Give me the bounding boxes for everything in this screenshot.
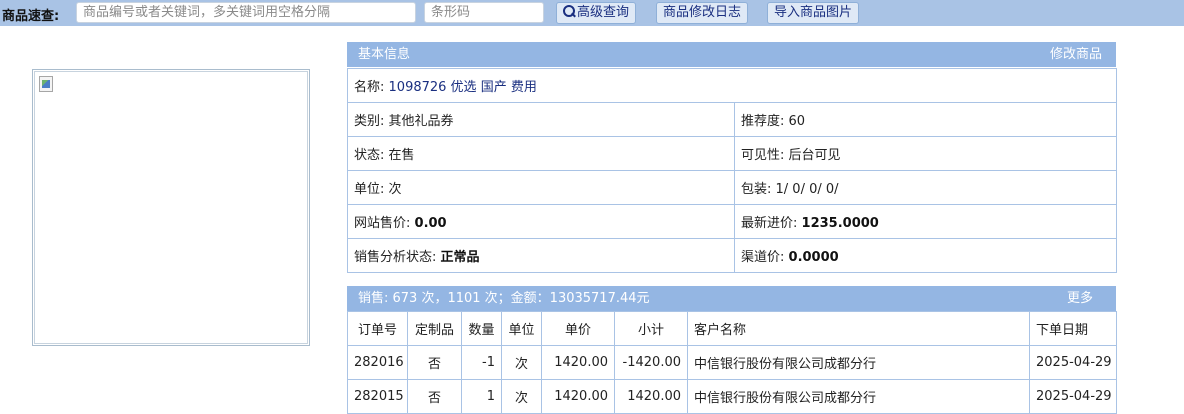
- sales-status-value: 正常品: [440, 250, 480, 265]
- price-cell: 1420.00: [541, 345, 615, 380]
- info-row: 状态: 在售 可见性: 后台可见: [347, 136, 1118, 171]
- info-row: 销售分析状态: 正常品 渠道价: 0.0000: [347, 238, 1118, 273]
- unit-field: 单位: 次: [347, 170, 735, 205]
- recommend-field: 推荐度: 60: [733, 102, 1118, 137]
- custom-cell: 否: [407, 345, 462, 380]
- customer-cell: 中信银行股份有限公司成都分行: [687, 379, 1030, 414]
- visibility-field: 可见性: 后台可见: [733, 136, 1118, 171]
- basic-info-header: 基本信息 修改商品: [347, 42, 1116, 67]
- keyword-search-input[interactable]: [76, 2, 416, 23]
- order-link[interactable]: 282016: [347, 345, 408, 380]
- barcode-input[interactable]: [424, 2, 544, 23]
- channel-price-label: 渠道价:: [741, 250, 785, 265]
- product-name-value: 1098726 优选 国产 费用: [388, 80, 537, 95]
- info-row-name: 名称: 1098726 优选 国产 费用: [346, 68, 1118, 103]
- subtotal-cell: 1420.00: [614, 379, 688, 414]
- web-price-field: 网站售价: 0.00: [347, 204, 735, 239]
- sales-table: 订单号 定制品 数量 单位 单价 小计 客户名称 下单日期 282016 否 -…: [347, 311, 1117, 414]
- customer-cell: 中信银行股份有限公司成都分行: [687, 345, 1030, 380]
- search-icon: [563, 5, 575, 17]
- info-row: 单位: 次 包装: 1/ 0/ 0/ 0/: [347, 170, 1118, 205]
- change-log-button[interactable]: 商品修改日志: [656, 2, 749, 24]
- qty-cell: 1: [461, 379, 502, 414]
- col-subtotal: 小计: [614, 311, 688, 346]
- quick-search-bar: 商品速查: 高级查询 商品修改日志 导入商品图片: [0, 0, 1184, 26]
- qty-cell: -1: [461, 345, 502, 380]
- latest-cost-value: 1235.0000: [801, 216, 879, 231]
- subtotal-cell: -1420.00: [614, 345, 688, 380]
- product-image: [34, 71, 308, 344]
- col-custom: 定制品: [407, 311, 462, 346]
- latest-cost-label: 最新进价:: [741, 216, 798, 231]
- col-price: 单价: [541, 311, 615, 346]
- sales-header-row: 订单号 定制品 数量 单位 单价 小计 客户名称 下单日期: [347, 311, 1117, 346]
- sales-header: 销售: 673 次，1101 次；金额：13035717.44元 更多: [347, 286, 1116, 311]
- advanced-search-button[interactable]: 高级查询: [556, 2, 637, 24]
- basic-info-table: 名称: 1098726 优选 国产 费用 类别: 其他礼品券 推荐度: 60 状…: [346, 68, 1118, 273]
- latest-cost-field: 最新进价: 1235.0000: [733, 204, 1118, 239]
- sales-status-label: 销售分析状态:: [354, 250, 437, 265]
- col-date: 下单日期: [1029, 311, 1117, 346]
- advanced-search-label: 高级查询: [577, 5, 630, 20]
- channel-price-field: 渠道价: 0.0000: [733, 238, 1118, 273]
- date-cell: 2025-04-29: [1029, 345, 1117, 380]
- unit-cell: 次: [501, 345, 542, 380]
- basic-info-title: 基本信息: [358, 47, 411, 62]
- table-row: 282016 否 -1 次 1420.00 -1420.00 中信银行股份有限公…: [347, 345, 1117, 380]
- info-row: 类别: 其他礼品券 推荐度: 60: [347, 102, 1118, 137]
- sales-summary: 销售: 673 次，1101 次；金额：13035717.44元: [358, 291, 650, 306]
- table-row: 282015 否 1 次 1420.00 1420.00 中信银行股份有限公司成…: [347, 379, 1117, 414]
- product-image-frame: [32, 69, 310, 346]
- date-cell: 2025-04-29: [1029, 379, 1117, 414]
- web-price-label: 网站售价:: [354, 216, 411, 231]
- edit-product-link[interactable]: 修改商品: [1050, 42, 1102, 67]
- product-name-cell: 名称: 1098726 优选 国产 费用: [346, 68, 1118, 103]
- unit-cell: 次: [501, 379, 542, 414]
- col-qty: 数量: [461, 311, 502, 346]
- category-field: 类别: 其他礼品券: [347, 102, 735, 137]
- col-unit: 单位: [501, 311, 542, 346]
- web-price-value: 0.00: [414, 216, 447, 231]
- status-field: 状态: 在售: [347, 136, 735, 171]
- col-order-no: 订单号: [347, 311, 408, 346]
- channel-price-value: 0.0000: [788, 250, 839, 265]
- packaging-field: 包装: 1/ 0/ 0/ 0/: [733, 170, 1118, 205]
- col-customer: 客户名称: [687, 311, 1030, 346]
- broken-image-icon: [39, 76, 53, 92]
- info-row: 网站售价: 0.00 最新进价: 1235.0000: [347, 204, 1118, 239]
- custom-cell: 否: [407, 379, 462, 414]
- more-sales-link[interactable]: 更多: [1067, 286, 1093, 311]
- price-cell: 1420.00: [541, 379, 615, 414]
- import-images-button[interactable]: 导入商品图片: [767, 2, 860, 24]
- order-link[interactable]: 282015: [347, 379, 408, 414]
- quick-search-label: 商品速查:: [2, 9, 60, 24]
- sales-status-field: 销售分析状态: 正常品: [347, 238, 735, 273]
- product-name-label: 名称:: [354, 80, 385, 95]
